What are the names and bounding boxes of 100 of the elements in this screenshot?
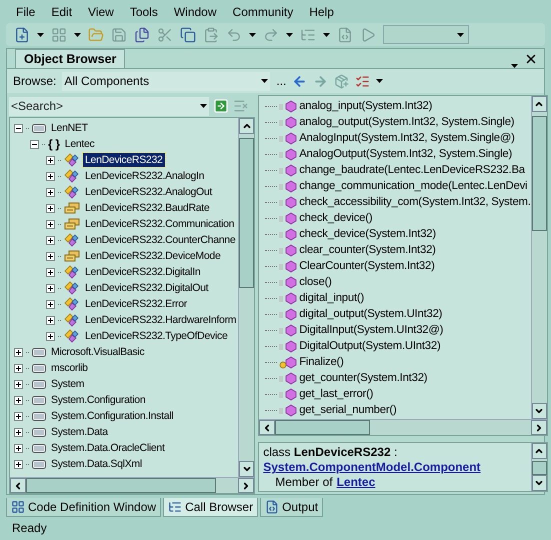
scroll-down-button[interactable] (239, 461, 254, 478)
expand-toggle-icon[interactable] (46, 204, 55, 213)
save-all-icon[interactable] (134, 26, 150, 43)
search-go-icon[interactable] (213, 98, 229, 114)
collapse-toggle-icon[interactable] (30, 140, 39, 149)
expand-toggle-icon[interactable] (14, 396, 23, 405)
expand-toggle-icon[interactable] (14, 444, 23, 453)
tree-item[interactable]: LenDeviceRS232.AnalogIn (83, 169, 206, 184)
tree-item[interactable]: LenDeviceRS232.AnalogOut (83, 185, 214, 200)
copy-icon[interactable] (180, 26, 196, 43)
horizontal-scrollbar[interactable] (259, 419, 547, 436)
expand-toggle-icon[interactable] (14, 460, 23, 469)
tree-item[interactable]: System.Configuration (49, 393, 148, 408)
member-item[interactable]: close() (299, 274, 332, 291)
tree-item[interactable]: LenDeviceRS232.DigitalOut (83, 281, 210, 296)
tree-item[interactable]: LenDeviceRS232.TypeOfDevice (83, 329, 230, 344)
bottom-tab[interactable]: Output (260, 498, 324, 517)
member-item[interactable]: change_communication_mode(Lentec.LenDevi (299, 178, 528, 195)
member-item[interactable]: analog_input(System.Int32) (299, 98, 432, 115)
menu-item[interactable]: Community (224, 2, 302, 21)
expand-toggle-icon[interactable] (46, 188, 55, 197)
tree-item[interactable]: LenDeviceRS232 (83, 153, 165, 168)
dropdown-caret-icon[interactable] (261, 79, 268, 84)
expand-toggle-icon[interactable] (14, 380, 23, 389)
member-item[interactable]: AnalogInput(System.Int32, System.Single@) (299, 130, 515, 147)
member-item[interactable]: DigitalOutput(System.UInt32) (299, 338, 441, 355)
settings-list-icon[interactable] (355, 74, 370, 89)
namespace-link[interactable]: Lentec (336, 475, 376, 490)
member-item[interactable]: check_device(System.Int32) (299, 226, 436, 243)
tree-item[interactable]: System.Data.SqlXml (49, 457, 144, 472)
tree-item[interactable]: Lentec (62, 137, 97, 152)
new-project-icon[interactable] (14, 26, 30, 43)
dropdown-caret-icon[interactable] (323, 32, 330, 37)
expand-toggle-icon[interactable] (14, 428, 23, 437)
scroll-up-button[interactable] (532, 443, 547, 460)
tree-item[interactable]: LenDeviceRS232.DeviceMode (83, 249, 222, 264)
base-class-link[interactable]: System.ComponentModel.Component (263, 460, 481, 474)
member-item[interactable]: digital_output(System.UInt32) (299, 306, 442, 323)
expand-toggle-icon[interactable] (46, 268, 55, 277)
tree-item[interactable]: LenNET (49, 121, 90, 136)
document-tab[interactable]: Object Browser (15, 49, 126, 68)
dropdown-caret-icon[interactable] (74, 32, 81, 37)
member-item[interactable]: digital_input() (299, 290, 364, 307)
dropdown-caret-icon[interactable] (249, 32, 256, 37)
expand-toggle-icon[interactable] (14, 348, 23, 357)
scroll-up-button[interactable] (239, 118, 254, 134)
browse-more-button[interactable]: ... (276, 72, 286, 90)
browse-dropdown[interactable]: All Components (62, 72, 270, 91)
expand-toggle-icon[interactable] (46, 236, 55, 245)
member-item[interactable]: check_device() (299, 210, 372, 227)
scroll-thumb[interactable] (239, 138, 254, 288)
tree-item[interactable]: mscorlib (49, 361, 90, 376)
tree-item[interactable]: LenDeviceRS232.Error (83, 297, 189, 312)
tree-item[interactable]: LenDeviceRS232.DigitalIn (83, 265, 202, 280)
scroll-thumb[interactable] (532, 461, 547, 476)
scroll-thumb[interactable] (532, 116, 547, 232)
member-item[interactable]: Finalize() (299, 354, 344, 371)
menu-item[interactable]: Edit (43, 2, 80, 21)
tree-item[interactable]: LenDeviceRS232.Communication (83, 217, 236, 232)
vertical-scrollbar[interactable] (530, 96, 547, 420)
menu-item[interactable]: Help (301, 2, 342, 21)
menu-item[interactable]: Window (166, 2, 225, 21)
member-item[interactable]: AnalogOutput(System.Int32, System.Single) (299, 146, 512, 163)
member-item[interactable]: DigitalInput(System.UInt32@) (299, 322, 444, 339)
tree-item[interactable]: Microsoft.VisualBasic (49, 345, 146, 360)
expand-toggle-icon[interactable] (46, 316, 55, 325)
member-item[interactable]: ClearCounter(System.Int32) (299, 258, 435, 275)
expand-toggle-icon[interactable] (14, 364, 23, 373)
scroll-left-button[interactable] (10, 478, 26, 494)
tree-item[interactable]: System (49, 377, 86, 392)
tree-item[interactable]: System.Data (49, 425, 110, 440)
dropdown-caret-icon[interactable] (376, 79, 384, 84)
expand-toggle-icon[interactable] (46, 172, 55, 181)
bottom-tab[interactable]: Call Browser (163, 498, 258, 517)
start-icon[interactable] (360, 26, 376, 43)
scroll-thumb[interactable] (275, 420, 370, 436)
member-item[interactable]: clear_counter(System.Int32) (299, 242, 436, 259)
tree-item[interactable]: System.Data.OracleClient (49, 441, 167, 456)
menu-item[interactable]: View (80, 2, 122, 21)
expand-toggle-icon[interactable] (46, 220, 55, 229)
menu-item[interactable]: File (8, 2, 44, 21)
search-field[interactable]: <Search> (9, 96, 209, 116)
tree-item[interactable]: LenDeviceRS232.CounterChanne (83, 233, 238, 248)
bottom-tab[interactable]: Code Definition Window (6, 498, 162, 517)
tree-item[interactable]: System.Configuration.Install (49, 409, 176, 424)
dropdown-caret-icon[interactable] (457, 32, 464, 37)
expand-toggle-icon[interactable] (14, 412, 23, 421)
member-item[interactable]: get_serial_number() (299, 402, 397, 419)
member-item[interactable]: get_counter(System.Int32) (299, 370, 428, 387)
expand-toggle-icon[interactable] (46, 300, 55, 309)
member-item[interactable]: analog_output(System.Int32, System.Single) (299, 114, 514, 131)
scroll-thumb[interactable] (26, 478, 216, 494)
vertical-scrollbar[interactable] (238, 118, 254, 478)
horizontal-scrollbar[interactable] (10, 477, 254, 494)
expand-toggle-icon[interactable] (46, 252, 55, 261)
scroll-down-button[interactable] (532, 475, 547, 492)
collapse-toggle-icon[interactable] (14, 124, 23, 133)
member-item[interactable]: check_accessibility_com(System.Int32, System. (299, 194, 531, 211)
member-item[interactable]: change_baudrate(Lentec.LenDeviceRS232.Ba (299, 162, 525, 179)
scroll-up-button[interactable] (532, 96, 547, 112)
